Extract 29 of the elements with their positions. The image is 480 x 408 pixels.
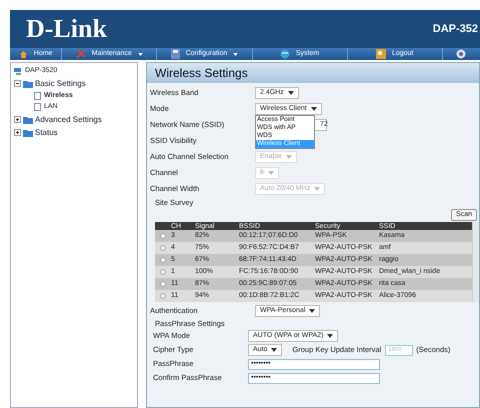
model-name: DAP-352 (432, 22, 478, 37)
caret-icon (327, 334, 334, 338)
house-icon (18, 50, 28, 58)
caret-icon (288, 91, 294, 95)
radio-button[interactable] (160, 293, 166, 299)
tree-item[interactable]: Basic Settings (35, 78, 86, 90)
radio-button[interactable] (160, 281, 166, 287)
caret-icon (314, 187, 320, 191)
radio-button[interactable] (160, 245, 166, 251)
network-device-icon (14, 66, 23, 76)
caret-icon (268, 171, 274, 175)
caret-icon (233, 52, 238, 56)
radio-button[interactable] (160, 233, 166, 239)
expand-icon[interactable] (14, 129, 21, 136)
logo-text: D-Link (26, 16, 107, 42)
collapse-icon[interactable] (14, 80, 21, 87)
caret-icon (138, 52, 143, 56)
tree-item[interactable]: Advanced Settings (35, 114, 102, 126)
panel-title: Wireless Settings (155, 65, 248, 82)
caret-icon (309, 309, 316, 313)
caret-icon (286, 155, 292, 159)
caret-icon (310, 107, 317, 111)
expand-icon[interactable] (14, 116, 21, 123)
radio-button[interactable] (160, 269, 166, 275)
help-icon (456, 49, 466, 59)
radio-button[interactable] (160, 257, 166, 263)
tree-item[interactable]: Status (35, 126, 58, 138)
caret-icon (271, 348, 278, 352)
folder-icon (23, 80, 33, 88)
